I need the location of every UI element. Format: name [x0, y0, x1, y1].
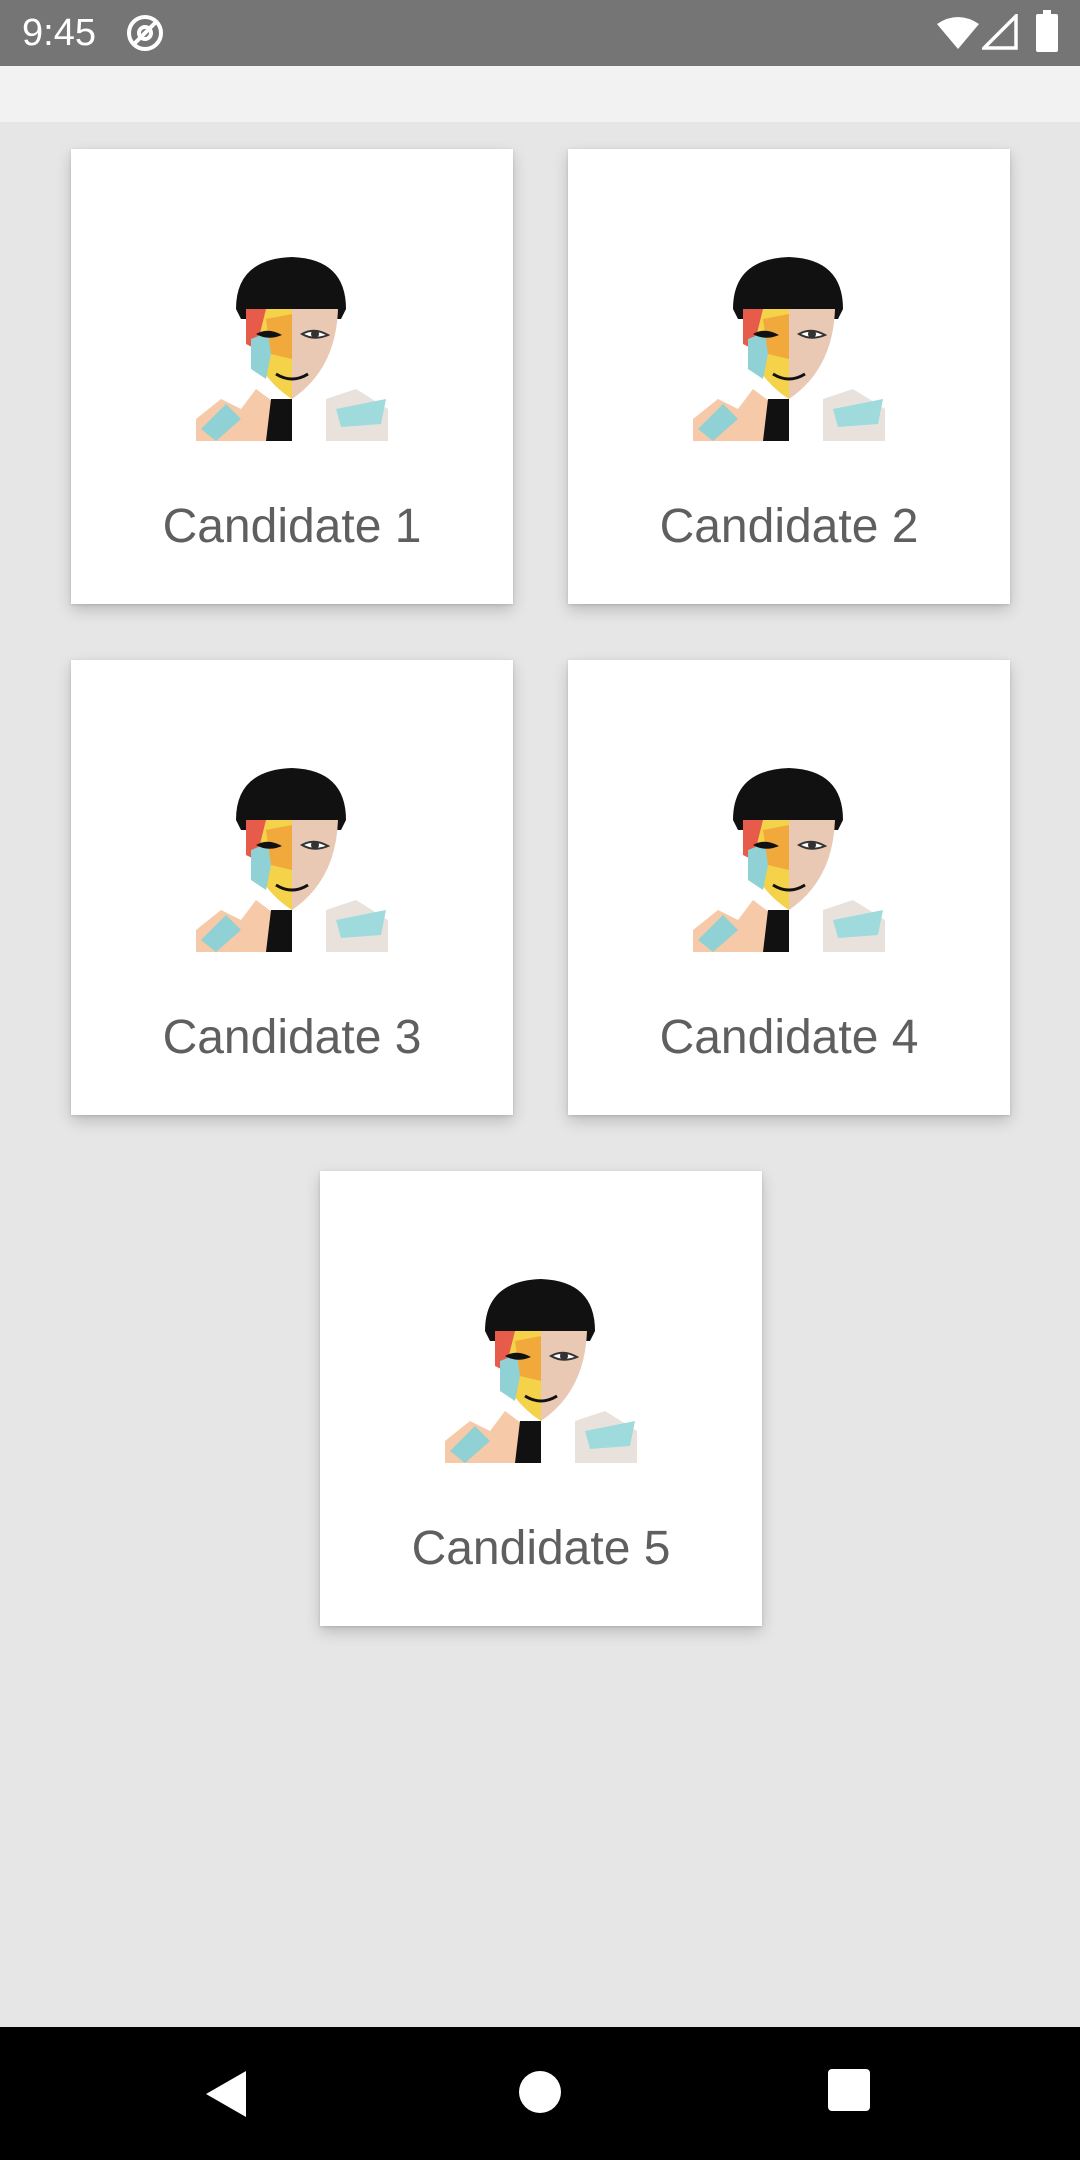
battery-icon [1036, 10, 1058, 52]
candidate-avatar [196, 760, 388, 952]
candidate-card-4[interactable]: Candidate 4 [568, 660, 1010, 1115]
back-icon[interactable] [200, 2067, 254, 2121]
candidate-grid: Candidate 1 Candidate 2 Candidate 3 Cand… [0, 122, 1080, 2027]
candidate-label: Candidate 2 [659, 500, 919, 553]
candidate-card-3[interactable]: Candidate 3 [71, 660, 513, 1115]
wifi-icon [936, 16, 980, 50]
status-time: 9:45 [22, 12, 96, 54]
screen: 9:45 Candidate 1 Candidate 2 Candidate 3… [0, 0, 1080, 2160]
home-icon[interactable] [515, 2067, 565, 2117]
candidate-card-5[interactable]: Candidate 5 [320, 1171, 762, 1626]
candidate-label: Candidate 5 [411, 1522, 671, 1575]
status-bar: 9:45 [0, 0, 1080, 66]
candidate-avatar [693, 760, 885, 952]
candidate-avatar [445, 1271, 637, 1463]
candidate-avatar [693, 249, 885, 441]
candidate-card-1[interactable]: Candidate 1 [71, 149, 513, 604]
signal-icon [979, 11, 1018, 50]
candidate-avatar [196, 249, 388, 441]
candidate-label: Candidate 1 [162, 500, 422, 553]
notification-icon [124, 12, 166, 54]
navigation-bar [0, 2027, 1080, 2160]
candidate-label: Candidate 4 [659, 1011, 919, 1064]
recents-icon[interactable] [826, 2067, 872, 2113]
candidate-card-2[interactable]: Candidate 2 [568, 149, 1010, 604]
candidate-label: Candidate 3 [162, 1011, 422, 1064]
app-bar [0, 66, 1080, 122]
